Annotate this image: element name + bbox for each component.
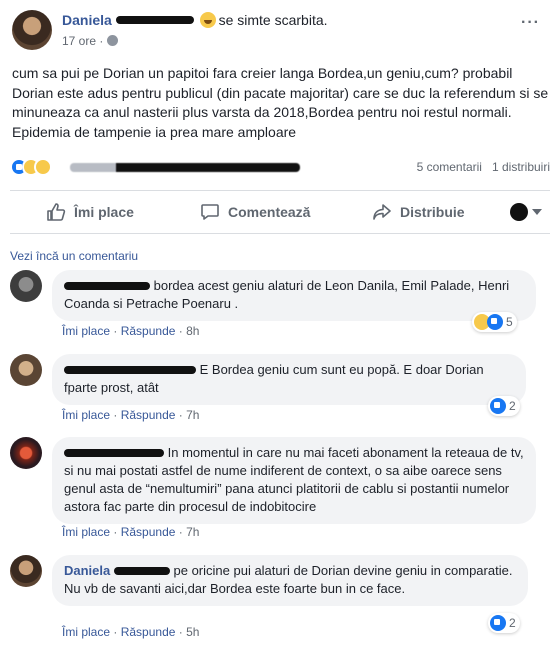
wow-reaction-icon: [34, 158, 52, 176]
more-options-icon[interactable]: ···: [521, 14, 540, 32]
redacted-commenter-name: [64, 365, 196, 374]
thumbs-up-icon: [47, 203, 66, 221]
reaction-count: 2: [509, 616, 516, 630]
view-more-comments[interactable]: Vezi încă un comentariu: [10, 249, 138, 263]
like-reaction-icon: [487, 314, 503, 330]
post-text: cum sa pui pe Dorian un papitoi fara cre…: [12, 65, 549, 140]
comment-like-link[interactable]: Îmi place: [62, 324, 110, 338]
commenter-avatar[interactable]: [10, 270, 42, 302]
share-label: Distribuie: [400, 204, 465, 220]
comment-button[interactable]: Comentează: [200, 202, 310, 222]
comment-time[interactable]: 8h: [186, 324, 199, 338]
stats-counts: 5 comentarii 1 distribuiri: [417, 160, 550, 174]
like-label: Îmi place: [74, 204, 134, 220]
commenter-name[interactable]: Daniela: [64, 563, 110, 578]
post-time[interactable]: 17 ore: [62, 34, 96, 48]
comment-footer: Îmi place · Răspunde · 7h: [62, 525, 200, 539]
post-header: Daniela se simte scarbita. 17 ore · ···: [12, 8, 544, 54]
comment-reply-link[interactable]: Răspunde: [121, 408, 176, 422]
comment-footer: Îmi place · Răspunde · 8h: [62, 324, 200, 338]
profile-avatar: [510, 203, 528, 221]
reaction-count: 2: [509, 399, 516, 413]
commenter-avatar[interactable]: [10, 437, 42, 469]
shares-count[interactable]: 1 distribuiri: [492, 160, 550, 174]
comment-time[interactable]: 7h: [186, 525, 199, 539]
redacted-reactors: [70, 163, 300, 172]
redacted-commenter-name: [64, 448, 164, 457]
caret-down-icon: [532, 209, 542, 215]
redacted-surname: [115, 16, 194, 25]
commenter-avatar[interactable]: [10, 555, 42, 587]
author-avatar[interactable]: [12, 10, 52, 50]
comment-reactions[interactable]: 2: [488, 613, 520, 633]
like-reaction-icon: [490, 615, 506, 631]
comment-bubble: In momentul in care nu mai faceti abonam…: [52, 437, 536, 524]
redacted-commenter-name: [64, 281, 150, 290]
comment-reply-link[interactable]: Răspunde: [121, 625, 176, 639]
reaction-summary[interactable]: [10, 158, 52, 176]
comment-time[interactable]: 5h: [186, 625, 199, 639]
comment-like-link[interactable]: Îmi place: [62, 525, 110, 539]
comment-reply-link[interactable]: Răspunde: [121, 525, 176, 539]
comment-reply-link[interactable]: Răspunde: [121, 324, 176, 338]
comment-label: Comentează: [228, 204, 311, 220]
comment-bubble: E Bordea geniu cum sunt eu popă. E doar …: [52, 354, 526, 405]
share-icon: [373, 204, 391, 220]
comment-time[interactable]: 7h: [186, 408, 199, 422]
redacted-surname: [113, 566, 170, 575]
reaction-count: 5: [506, 315, 513, 329]
post-meta: 17 ore ·: [62, 34, 119, 48]
comment-bubble: Daniela pe oricine pui alaturi de Dorian…: [52, 555, 528, 606]
smile-emoji-icon: [199, 11, 216, 28]
globe-icon[interactable]: [107, 35, 119, 47]
comment-reactions[interactable]: 5: [472, 312, 517, 332]
react-as-selector[interactable]: [510, 203, 542, 221]
share-button[interactable]: Distribuie: [372, 202, 465, 222]
comment-reactions[interactable]: 2: [488, 396, 520, 416]
author-name[interactable]: Daniela: [62, 12, 112, 28]
post-stats: 5 comentarii 1 distribuiri: [10, 157, 550, 179]
comment-icon: [201, 204, 219, 220]
action-bar: Îmi place Comentează Distribuie: [10, 190, 550, 234]
comment-like-link[interactable]: Îmi place: [62, 625, 110, 639]
like-button[interactable]: Îmi place: [46, 202, 134, 222]
comment-footer: Îmi place · Răspunde · 5h: [62, 625, 200, 639]
comment-footer: Îmi place · Răspunde · 7h: [62, 408, 200, 422]
comments-count[interactable]: 5 comentarii: [417, 160, 482, 174]
like-reaction-icon: [490, 398, 506, 414]
feeling-text: se simte scarbita.: [218, 12, 328, 28]
comment-like-link[interactable]: Îmi place: [62, 408, 110, 422]
comment-bubble: bordea acest geniu alaturi de Leon Danil…: [52, 270, 536, 321]
author-line: Daniela se simte scarbita.: [62, 11, 328, 28]
commenter-avatar[interactable]: [10, 354, 42, 386]
